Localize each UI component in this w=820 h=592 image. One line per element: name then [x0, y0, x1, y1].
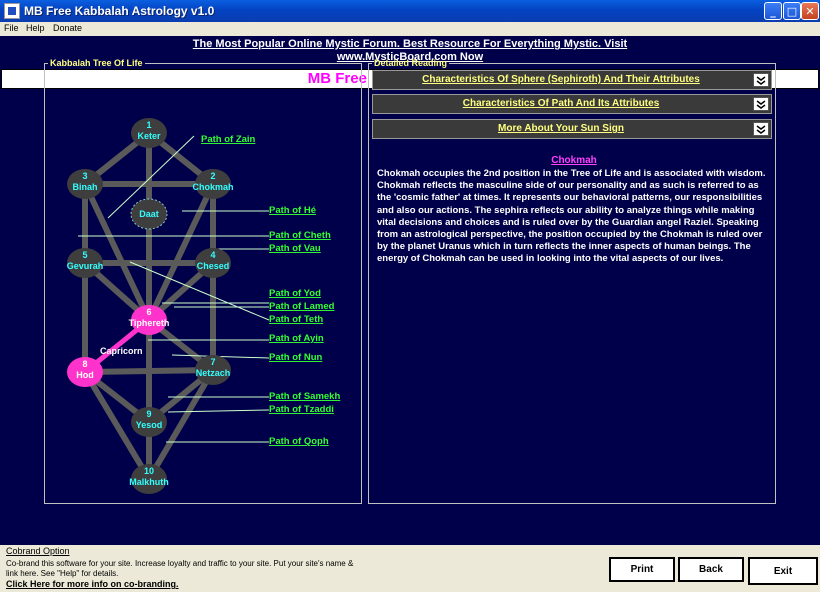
expand-button[interactable]	[753, 97, 769, 111]
path-label-yod[interactable]: Path of Yod	[269, 288, 321, 299]
double-chevron-down-icon	[756, 125, 766, 134]
expand-button[interactable]	[753, 122, 769, 136]
path-label-samekh[interactable]: Path of Samekh	[269, 391, 340, 402]
title-bar: MB Free Kabbalah Astrology v1.0 _ □ ✕	[0, 0, 820, 22]
maximize-icon: □	[786, 4, 798, 18]
path-label-vau[interactable]: Path of Vau	[269, 243, 321, 254]
window-title: MB Free Kabbalah Astrology v1.0	[24, 4, 215, 18]
sephira-binah[interactable]: 3Binah	[67, 169, 103, 199]
path-label-nun[interactable]: Path of Nun	[269, 352, 322, 363]
sephira-netzach[interactable]: 7Netzach	[195, 355, 231, 385]
maximize-button[interactable]: □	[783, 2, 801, 20]
sephira-number: 6	[146, 307, 151, 317]
sephira-yesod[interactable]: 9Yesod	[131, 407, 167, 437]
path-label-zain[interactable]: Path of Zain	[201, 134, 256, 145]
path-label-cheth[interactable]: Path of Cheth	[269, 230, 331, 241]
sephira-number: 1	[146, 120, 151, 130]
section-label: Characteristics Of Sphere (Sephiroth) An…	[422, 74, 700, 85]
cobrand-description: Co-brand this software for your site. In…	[6, 559, 354, 578]
minimize-icon: _	[770, 4, 776, 18]
sephira-name: Daat	[139, 209, 159, 219]
banner-line-1: The Most Popular Online Mystic Forum. Be…	[192, 38, 628, 50]
menu-bar: File Help Donate	[0, 22, 820, 36]
sephira-number: 3	[82, 171, 87, 181]
menu-file[interactable]: File	[4, 23, 19, 33]
path-label-qoph[interactable]: Path of Qoph	[269, 436, 329, 447]
path-label-hé[interactable]: Path of Hé	[269, 205, 316, 216]
sephira-name: Chokmah	[192, 182, 233, 192]
path-label-ayin[interactable]: Path of Ayin	[269, 333, 324, 344]
sephira-name: Malkhuth	[129, 477, 169, 487]
back-button[interactable]: Back	[678, 557, 744, 582]
sephira-keter[interactable]: 1Keter	[131, 118, 167, 148]
sephira-number: 7	[210, 357, 215, 367]
path-label-teth[interactable]: Path of Teth	[269, 314, 323, 325]
sephira-number: 4	[210, 250, 215, 260]
sephira-name: Yesod	[136, 420, 163, 430]
sephira-number: 9	[146, 409, 151, 419]
sephira-name: Binah	[72, 182, 97, 192]
path-label-tzaddi[interactable]: Path of Tzaddi	[269, 404, 334, 415]
section-label: More About Your Sun Sign	[498, 123, 624, 134]
exit-button[interactable]: Exit	[748, 557, 818, 585]
section-path-characteristics[interactable]: Characteristics Of Path And Its Attribut…	[372, 94, 772, 114]
sephira-malkhuth[interactable]: 10Malkhuth	[129, 464, 169, 494]
reading-text: Chokmah occupies the 2nd position in the…	[377, 168, 766, 265]
close-icon: ✕	[805, 4, 815, 18]
sephira-number: 2	[210, 171, 215, 181]
print-button[interactable]: Print	[609, 557, 675, 582]
app-icon	[4, 3, 20, 19]
path-connector	[167, 409, 270, 413]
expand-button[interactable]	[753, 73, 769, 87]
sephira-daat[interactable]: Daat	[130, 198, 168, 230]
sephira-number: 10	[144, 466, 154, 476]
cobrand-link[interactable]: Click Here for more info on co-branding.	[6, 579, 179, 589]
path-line	[84, 367, 214, 375]
menu-donate[interactable]: Donate	[53, 23, 82, 33]
section-sun-sign[interactable]: More About Your Sun Sign	[372, 119, 772, 139]
sephira-name: Gevurah	[67, 261, 104, 271]
close-button[interactable]: ✕	[801, 2, 819, 20]
section-label: Characteristics Of Path And Its Attribut…	[462, 98, 660, 109]
sun-sign-label: Capricorn	[100, 346, 143, 356]
cobrand-title[interactable]: Cobrand Option	[6, 546, 70, 556]
section-sphere-characteristics[interactable]: Characteristics Of Sphere (Sephiroth) An…	[372, 70, 772, 90]
sephira-number: 8	[82, 359, 87, 369]
reading-legend: Detailed Reading	[374, 58, 448, 68]
sephira-name: Keter	[137, 131, 161, 141]
double-chevron-down-icon	[756, 76, 766, 85]
tree-of-life-diagram: 1Keter 2Chokmah 3Binah Daat 4Chesed 5Gevurah 6…	[67, 118, 340, 494]
reading-title: Chokmah	[551, 155, 597, 166]
sephira-gevurah[interactable]: 5Gevurah	[67, 248, 104, 278]
minimize-button[interactable]: _	[764, 2, 782, 20]
sephira-number: 5	[82, 250, 87, 260]
sephira-chesed[interactable]: 4Chesed	[195, 248, 231, 278]
footer: Cobrand Option Co-brand this software fo…	[0, 545, 820, 592]
path-label-lamed[interactable]: Path of Lamed	[269, 301, 335, 312]
menu-help[interactable]: Help	[26, 23, 45, 33]
sephira-name: Hod	[76, 370, 94, 380]
sephira-name: Chesed	[197, 261, 230, 271]
sephira-name: Tiphereth	[129, 318, 170, 328]
sephira-hod[interactable]: 8Hod	[67, 357, 103, 387]
double-chevron-down-icon	[756, 100, 766, 109]
sephira-name: Netzach	[196, 368, 231, 378]
